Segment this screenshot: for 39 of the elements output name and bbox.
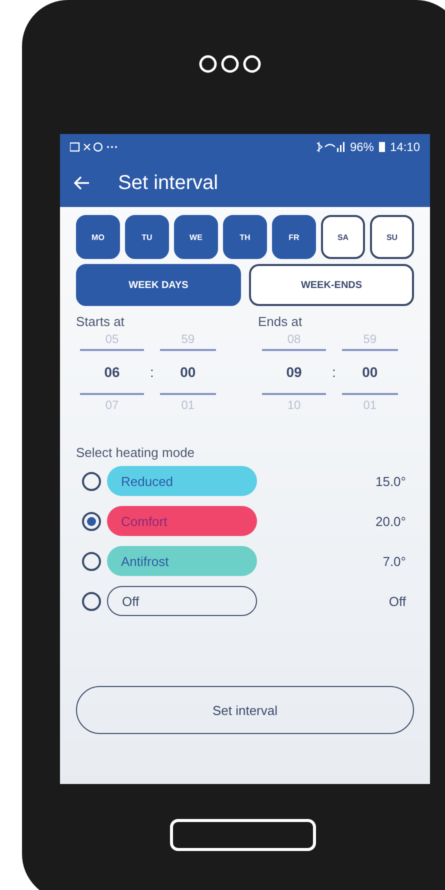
mode-temperature: 20.0° — [375, 514, 406, 528]
mode-temperature: 15.0° — [375, 474, 406, 488]
set-interval-button[interactable]: Set interval — [76, 686, 414, 734]
day-toggle[interactable]: TH — [223, 215, 267, 259]
notification-icons — [70, 142, 120, 152]
hour-picker[interactable]: 05 06 07 — [80, 329, 144, 415]
day-toggle[interactable]: SA — [321, 215, 365, 259]
battery-level: 96% — [350, 140, 374, 154]
day-toggle[interactable]: FR — [272, 215, 316, 259]
day-group-toggle[interactable]: WEEK DAYS — [76, 264, 241, 306]
day-toggle[interactable]: WE — [174, 215, 218, 259]
battery-icon — [378, 142, 385, 152]
time-separator: : — [332, 364, 336, 380]
time-label: Starts at — [76, 314, 124, 329]
mode-pill[interactable]: Antifrost — [107, 546, 257, 576]
mode-pill[interactable]: Reduced — [107, 466, 257, 496]
day-group-toggle[interactable]: WEEK-ENDS — [249, 264, 414, 306]
speaker-dots-icon — [198, 54, 262, 74]
minute-picker[interactable]: 59 00 01 — [342, 329, 398, 415]
radio-button[interactable] — [82, 592, 101, 610]
radio-button[interactable] — [82, 472, 101, 490]
day-toggle[interactable]: SU — [370, 215, 414, 259]
day-toggle[interactable]: TU — [125, 215, 169, 259]
home-button[interactable] — [170, 819, 316, 851]
section-label: Select heating mode — [76, 445, 195, 460]
back-arrow-icon[interactable] — [74, 176, 90, 190]
time-label: Ends at — [258, 314, 302, 329]
mode-temperature: 7.0° — [382, 554, 406, 568]
mode-temperature: Off — [388, 594, 406, 608]
hour-picker[interactable]: 08 09 10 — [262, 329, 326, 415]
day-toggle[interactable]: MO — [76, 215, 120, 259]
clock: 14:10 — [390, 140, 420, 154]
mode-pill[interactable]: Off — [107, 586, 257, 616]
radio-button[interactable] — [82, 512, 101, 530]
time-separator: : — [150, 364, 154, 380]
minute-picker[interactable]: 59 00 01 — [160, 329, 216, 415]
screen-title: Set interval — [118, 172, 218, 194]
radio-button[interactable] — [82, 552, 101, 570]
signal-icon — [314, 142, 345, 152]
